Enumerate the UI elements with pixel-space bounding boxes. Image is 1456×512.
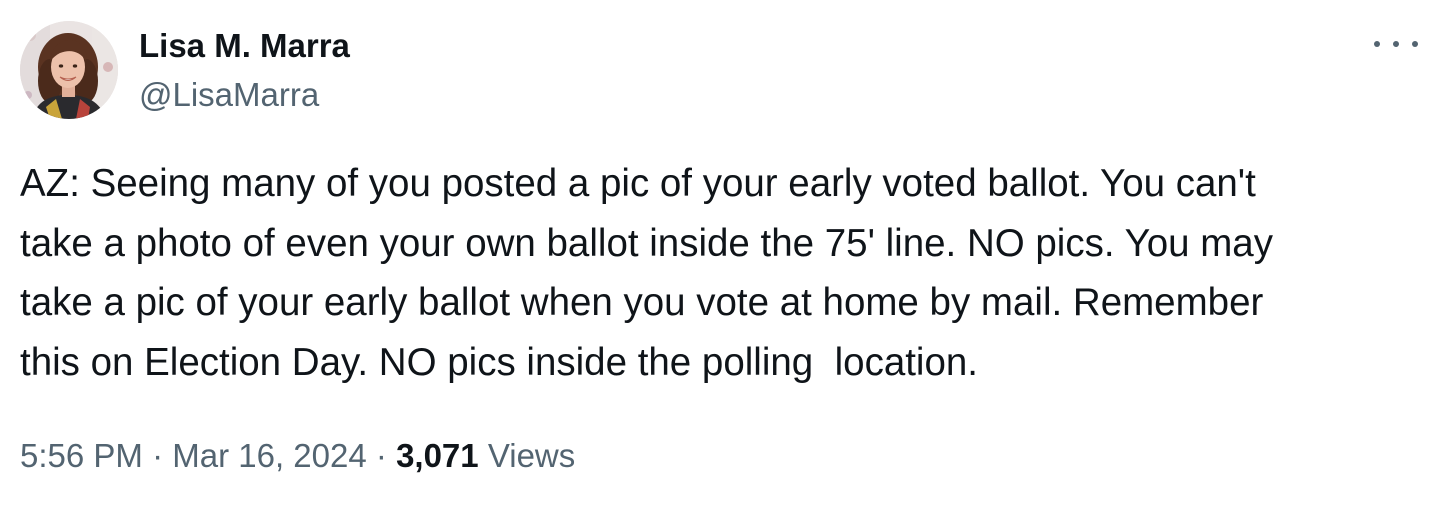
more-horizontal-icon [1374,41,1380,47]
tweet-time[interactable]: 5:56 PM [20,437,143,474]
author-name[interactable]: Lisa M. Marra [139,27,350,65]
views-label[interactable]: Views [488,437,575,474]
more-horizontal-icon-dot [1412,41,1418,47]
tweet-meta: 5:56 PM · Mar 16, 2024 · 3,071 Views [20,436,575,476]
views-count[interactable]: 3,071 [396,437,479,474]
meta-separator: · [375,437,387,474]
tweet-card: Lisa M. Marra @LisaMarra AZ: Seeing many… [0,0,1456,512]
avatar[interactable] [20,21,118,119]
profile-photo-icon [20,21,118,119]
tweet-text: AZ: Seeing many of you posted a pic of y… [20,162,1273,384]
tweet-date[interactable]: Mar 16, 2024 [172,437,366,474]
more-options-button[interactable] [1374,34,1418,54]
meta-separator: · [152,437,164,474]
author-handle[interactable]: @LisaMarra [139,76,319,114]
more-horizontal-icon-dot [1393,41,1399,47]
